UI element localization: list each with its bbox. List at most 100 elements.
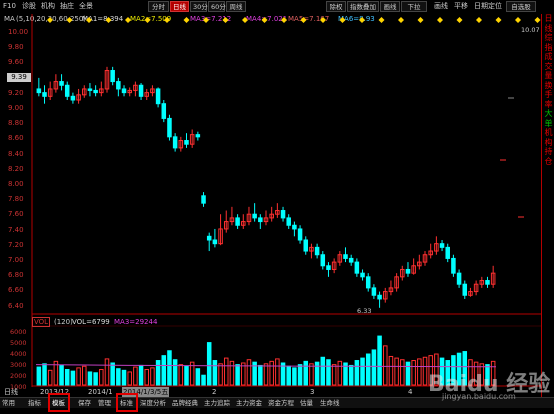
period-button-30min[interactable]: 30分 [190,1,208,12]
dropdown-button[interactable]: 下拉 [401,1,427,12]
volume-tick-label: 3000 [10,361,27,369]
candle-body [172,136,178,149]
date-label-4: 4 [408,388,413,396]
volume-bar [235,364,240,386]
volume-bar [70,370,76,386]
volume-bar [121,369,127,386]
right-side-panel: 日 线 综 指 成 交 量 换 手 率 大 单 机 构 持 仓 [541,14,554,397]
event-marker-icon [515,17,521,23]
draw-button[interactable]: 画线 [380,1,400,12]
stock-chart-app: F10 诊股 机构 抽庄 全景 分时 日线 30分 60分 周线 除权 指数叠加… [0,0,554,414]
candle-body [371,287,377,296]
vol-badge[interactable]: VOL [32,317,51,327]
right-panel-char-14[interactable]: 持 [542,147,554,157]
right-panel-char-9[interactable]: 率 [542,100,554,110]
price-tick-label: 9.00 [8,104,24,112]
right-panel-char-12[interactable]: 机 [542,128,554,138]
candle-body [280,210,286,219]
event-marker-icon [281,17,287,23]
top-toolbar: F10 诊股 机构 抽庄 全景 分时 日线 30分 60分 周线 除权 指数叠加… [0,0,554,14]
volume-bar [286,365,291,386]
index-overlay-button[interactable]: 指数叠加 [347,1,379,12]
exright-button[interactable]: 除权 [326,1,346,12]
watchlist-button[interactable]: 自选股 [506,1,536,12]
volume-bar [47,369,53,386]
toolbar-panorama[interactable]: 全景 [79,1,93,12]
volume-bar [133,366,138,386]
candle-body [235,217,240,226]
candle-body [110,70,115,83]
event-marker-icon [242,17,248,23]
volume-bar [212,360,218,386]
period-button-daily[interactable]: 日线 [170,1,189,12]
right-panel-char-11[interactable]: 单 [542,119,554,129]
right-panel-char-0[interactable]: 日 [542,14,554,24]
volume-bar [138,364,144,386]
drawline-button[interactable]: 画线 [434,1,448,12]
period-button-minute[interactable]: 分时 [148,1,169,12]
price-tick-label: 9.60 [8,58,24,67]
candle-body [354,261,360,274]
right-panel-char-8[interactable]: 手 [542,90,554,100]
date-label-3: 3 [310,388,315,396]
price-volume-chart[interactable] [0,14,541,387]
volume-bar [303,360,309,386]
price-tick-label: 7.60 [8,210,24,219]
right-panel-char-4[interactable]: 成 [542,52,554,62]
volume-bar [172,359,178,386]
volume-tick-label: 4000 [10,350,27,358]
event-marker-icon [86,17,92,23]
volume-bar [59,364,64,386]
right-panel-char-3[interactable]: 指 [542,43,554,53]
right-panel-char-10[interactable]: 大 [542,109,554,119]
date-label-period: 日线 [4,388,18,396]
right-panel-char-6[interactable]: 量 [542,71,554,81]
candle-body [212,239,218,245]
candle-body [184,140,189,145]
price-tick-label: 9.20 [8,88,24,97]
right-panel-char-1[interactable]: 线 [542,24,554,34]
candle-body [206,235,212,241]
toolbar-diagnose[interactable]: 诊股 [22,1,36,12]
volume-bar [297,364,303,386]
event-marker-icon [456,17,463,23]
volume-bar [155,360,161,386]
right-panel-char-13[interactable]: 构 [542,138,554,148]
volume-bar [394,357,399,386]
volume-bar [178,364,184,386]
toolbar-f10[interactable]: F10 [3,1,16,12]
candle-body [320,254,326,267]
volume-bar [320,356,326,386]
event-marker-icon [378,17,385,23]
candle-body [314,246,320,256]
candle-body [286,217,291,226]
right-panel-char-5[interactable]: 交 [542,62,554,72]
event-marker-icon [320,17,326,23]
volume-bar [331,364,337,386]
event-marker-icon [476,17,482,23]
volume-bar [422,356,428,386]
volume-bar [263,363,269,386]
event-marker-icon [66,17,73,23]
candle-body [87,88,93,91]
right-panel-char-15[interactable]: 仓 [542,157,554,167]
volume-bar [371,349,377,386]
pan-button[interactable]: 平移 [454,1,468,12]
candle-body [377,294,382,300]
candle-body [36,88,42,94]
event-marker-icon [183,17,190,23]
price-tick-label: 7.80 [8,195,24,204]
period-button-60min[interactable]: 60分 [208,1,226,12]
date-locate-button[interactable]: 日期定位 [474,1,502,12]
toolbar-banker[interactable]: 抽庄 [60,1,74,12]
candle-body [59,81,64,86]
volume-bar [201,374,206,386]
right-panel-char-2[interactable]: 综 [542,33,554,43]
volume-bar [161,355,167,386]
volume-bar [127,371,132,386]
volume-bar [150,367,155,386]
period-button-weekly[interactable]: 周线 [226,1,246,12]
right-panel-char-7[interactable]: 换 [542,81,554,91]
toolbar-institution[interactable]: 机构 [41,1,55,12]
volume-bar [292,367,297,386]
